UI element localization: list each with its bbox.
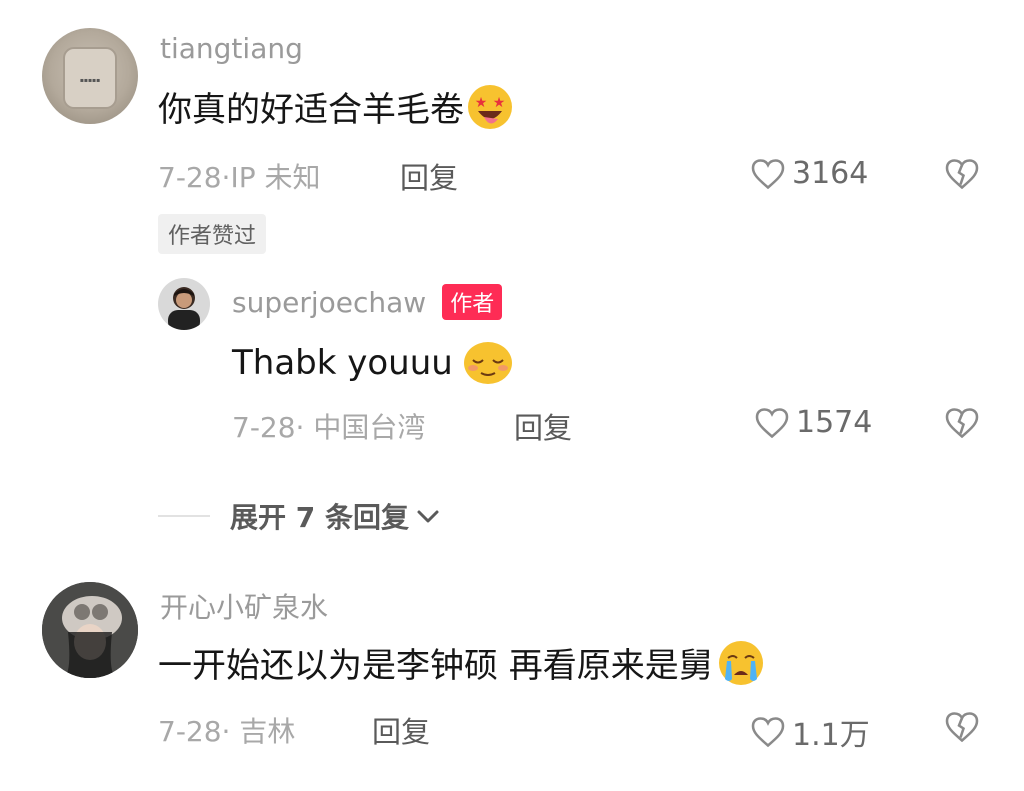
reply-text-body: Thabk youuu [232, 343, 453, 383]
expand-replies-button[interactable]: 展开 7 条回复 [158, 496, 443, 536]
like-button[interactable]: 1.1万 [750, 710, 870, 754]
reply-username[interactable]: superjoechaw [232, 286, 426, 319]
heart-icon [751, 717, 785, 748]
reply-button[interactable]: 回复 [514, 405, 572, 447]
like-count: 1.1万 [792, 718, 870, 753]
author-tag: 作者 [442, 284, 503, 320]
avatar[interactable]: ▪▪▪▪▪ [42, 28, 138, 124]
comment-text-body: 一开始还以为是李钟硕 再看原来是舅 [158, 646, 713, 686]
reply-meta: 7-28· 中国台湾 [232, 411, 426, 444]
like-count: 1574 [796, 405, 873, 440]
expand-replies-label: 展开 7 条回复 [230, 501, 409, 534]
reply-text: Thabk youuu [232, 340, 513, 386]
dislike-button[interactable] [944, 406, 980, 444]
author-liked-badge: 作者赞过 [158, 214, 267, 254]
comment-username[interactable]: 开心小矿泉水 [160, 586, 328, 626]
avatar[interactable] [42, 582, 138, 678]
cup-image: ▪▪▪▪▪ [63, 47, 117, 109]
broken-heart-icon [945, 712, 979, 743]
star-eyes-tongue-emoji: ★ ★ [468, 84, 512, 129]
like-button[interactable]: 3164 [750, 156, 868, 191]
dislike-button[interactable] [944, 157, 980, 195]
person-image [168, 287, 200, 330]
crying-face-emoji [718, 640, 763, 685]
like-count: 3164 [792, 156, 869, 191]
relieved-face-emoji [463, 342, 512, 384]
reply-header: superjoechaw 作者 [232, 284, 503, 320]
reply-avatar[interactable] [158, 278, 210, 330]
reply-button[interactable]: 回复 [372, 709, 430, 751]
comment-text: 你真的好适合羊毛卷 ★ ★ [158, 82, 514, 131]
comment-text-body: 你真的好适合羊毛卷 [158, 90, 464, 130]
person-image [42, 582, 138, 678]
divider-line [158, 515, 210, 517]
comment-username[interactable]: tiangtiang [160, 32, 303, 65]
svg-text:★: ★ [493, 95, 506, 111]
svg-text:★: ★ [475, 95, 488, 111]
comment-meta: 7-28·IP 未知 [158, 161, 321, 194]
svg-text:▪▪▪▪▪: ▪▪▪▪▪ [80, 77, 100, 84]
heart-icon [751, 158, 785, 189]
dislike-button[interactable] [944, 710, 980, 748]
like-button[interactable]: 1574 [754, 405, 872, 440]
chevron-down-icon [417, 510, 439, 523]
comment-meta: 7-28· 吉林 [158, 715, 296, 748]
broken-heart-icon [945, 159, 979, 190]
broken-heart-icon [945, 408, 979, 439]
comment-text: 一开始还以为是李钟硕 再看原来是舅 [158, 638, 765, 687]
heart-icon [755, 407, 789, 438]
reply-button[interactable]: 回复 [400, 155, 458, 197]
